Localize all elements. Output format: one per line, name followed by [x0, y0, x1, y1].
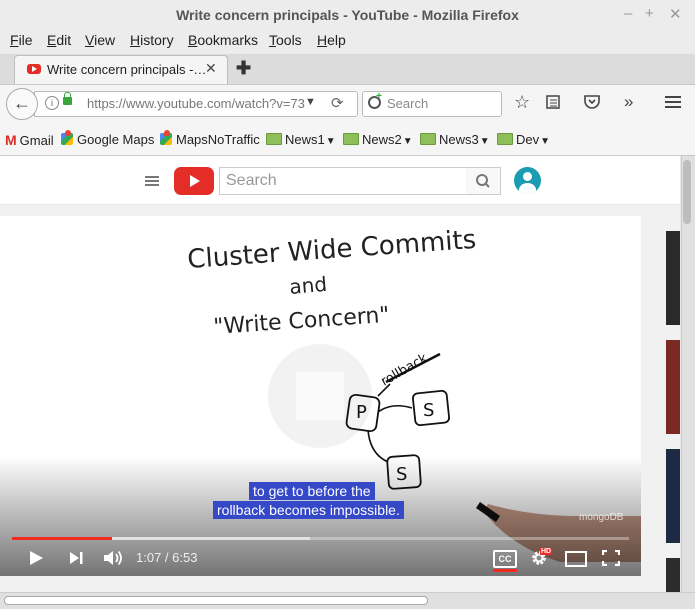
dropdown-caret-icon: ▼ [540, 136, 551, 147]
related-video-thumbnail[interactable] [666, 449, 680, 543]
minimize-icon[interactable]: – [624, 5, 632, 22]
search-bar-placeholder: Search [387, 96, 429, 111]
url-dropdown-icon[interactable]: ▼ [305, 96, 316, 108]
search-bar[interactable]: Search [362, 91, 502, 117]
new-tab-icon[interactable]: ✚ [236, 58, 251, 79]
folder-icon [497, 133, 513, 145]
youtube-search-button[interactable] [466, 167, 501, 195]
menu-tools[interactable]: Tools [269, 32, 302, 48]
related-video-thumbnail[interactable] [666, 231, 680, 325]
volume-icon[interactable] [102, 549, 124, 570]
youtube-search-placeholder: Search [226, 172, 277, 189]
whiteboard-rollback-label: rollback [379, 351, 431, 390]
youtube-search-input[interactable]: Search [219, 167, 467, 195]
dropdown-caret-icon: ▼ [325, 136, 336, 147]
next-icon[interactable] [68, 550, 84, 569]
whiteboard-title-line2: and [288, 272, 328, 299]
folder-icon [420, 133, 436, 145]
caption-line2: rollback becomes impossible. [213, 501, 404, 519]
horizontal-scrollbar-thumb[interactable] [4, 596, 428, 605]
bookmark-mapsnotraffic[interactable]: MapsNoTraffic [160, 130, 260, 147]
bookmark-folder-news3[interactable]: News3▼ [420, 132, 490, 147]
theater-mode-icon[interactable] [565, 551, 587, 567]
subtitles-active-indicator [493, 569, 517, 572]
whiteboard-node-secondary1: S [423, 400, 434, 421]
folder-icon [343, 133, 359, 145]
hamburger-menu-icon[interactable] [664, 94, 682, 115]
back-button[interactable]: ← [6, 88, 38, 120]
gmail-icon: M [5, 132, 17, 148]
maps-icon [61, 130, 73, 145]
play-icon[interactable] [28, 549, 44, 570]
bookmark-folder-news1[interactable]: News1▼ [266, 132, 336, 147]
menu-help[interactable]: Help [317, 32, 346, 48]
close-window-icon[interactable]: ✕ [669, 5, 682, 23]
whiteboard-title-line1: Cluster Wide Commits [186, 225, 477, 275]
whiteboard-title-line3: "Write Concern" [213, 303, 391, 340]
bookmark-gmail[interactable]: M Gmail [5, 132, 54, 148]
search-engine-icon[interactable] [368, 91, 382, 109]
hd-badge: HD [540, 548, 553, 555]
overflow-chevron-icon[interactable]: » [624, 92, 633, 112]
tab-active[interactable]: Write concern principals -… ✕ [14, 55, 228, 84]
bookmark-folder-news2[interactable]: News2▼ [343, 132, 413, 147]
reload-icon[interactable]: ⟳ [331, 94, 344, 112]
mongodb-watermark: mongoDB [579, 512, 624, 523]
info-icon[interactable]: i [45, 96, 59, 110]
time-display: 1:07 / 6:53 [136, 550, 198, 565]
progress-played [12, 537, 112, 540]
subtitles-button[interactable]: CC [493, 550, 517, 568]
maximize-icon[interactable]: + [645, 5, 654, 22]
caption-line1: to get to before the [249, 482, 375, 500]
pocket-icon[interactable] [583, 94, 601, 115]
menu-bookmarks[interactable]: Bookmarks [188, 32, 258, 48]
folder-icon [266, 133, 282, 145]
menu-file[interactable]: File [10, 32, 33, 48]
youtube-guide-menu-icon[interactable] [145, 176, 159, 178]
whiteboard-node-primary: P [356, 402, 367, 423]
window-title: Write concern principals - YouTube - Moz… [176, 7, 519, 23]
fullscreen-icon[interactable] [601, 549, 621, 569]
dropdown-caret-icon: ▼ [479, 136, 490, 147]
vertical-scrollbar-thumb[interactable] [683, 160, 691, 224]
maps-icon [160, 130, 172, 145]
menu-history[interactable]: History [130, 32, 174, 48]
bookmark-folder-dev[interactable]: Dev▼ [497, 132, 550, 147]
related-video-thumbnail[interactable] [666, 558, 680, 592]
related-video-thumbnail[interactable] [666, 340, 680, 434]
lock-icon [63, 92, 72, 105]
youtube-logo[interactable] [174, 167, 214, 195]
youtube-favicon-icon [27, 64, 41, 74]
url-text[interactable]: https://www.youtube.com/watch?v=73 [87, 96, 305, 111]
tab-close-icon[interactable]: ✕ [205, 60, 217, 77]
menu-edit[interactable]: Edit [47, 32, 71, 48]
bookmark-star-icon[interactable]: ☆ [514, 92, 530, 113]
url-bar[interactable]: i https://www.youtube.com/watch?v=73 ▼ ⟳ [34, 91, 358, 117]
tab-title: Write concern principals -… [47, 62, 207, 77]
dropdown-caret-icon: ▼ [402, 136, 413, 147]
avatar[interactable] [514, 167, 541, 194]
bookmark-google-maps[interactable]: Google Maps [61, 130, 154, 147]
search-icon [476, 174, 490, 188]
menu-view[interactable]: View [85, 32, 115, 48]
reading-list-icon[interactable] [545, 94, 561, 115]
